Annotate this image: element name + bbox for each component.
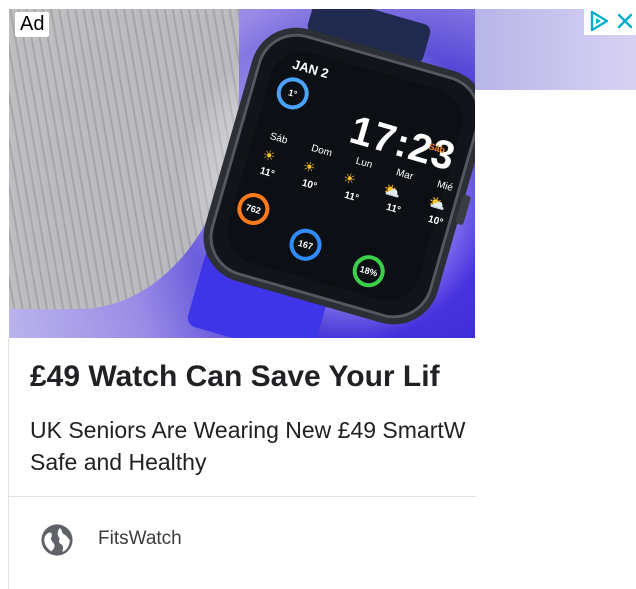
ad-image[interactable]: JAN 2 1° 17:23 Sáb Sáb Dom Lun Mar Mié ☀… xyxy=(9,9,475,338)
close-icon xyxy=(617,13,633,29)
forecast-day: Mié xyxy=(435,178,455,194)
adchoices-icon xyxy=(590,10,609,32)
forecast-temp: 11° xyxy=(342,189,360,205)
pai-ring: 167 xyxy=(285,224,326,265)
forecast-temp: 10° xyxy=(300,177,319,193)
sun-icon: ☀ xyxy=(341,168,358,188)
partly-cloudy-icon: ⛅ xyxy=(426,193,448,214)
blank-area xyxy=(475,90,636,589)
ad-description-line: UK Seniors Are Wearing New £49 SmartW xyxy=(30,417,466,443)
steps-ring: 762 xyxy=(233,189,274,229)
forecast-temp: 10° xyxy=(426,213,445,229)
forecast-day: Sáb xyxy=(268,131,289,147)
sun-icon: ☀ xyxy=(301,157,318,177)
ad-badge: Ad xyxy=(15,12,50,37)
ad-container[interactable]: JAN 2 1° 17:23 Sáb Sáb Dom Lun Mar Mié ☀… xyxy=(0,0,636,589)
adchoices-button[interactable] xyxy=(584,7,614,35)
close-ad-button[interactable] xyxy=(614,7,636,35)
globe-icon xyxy=(41,524,73,556)
ad-headline[interactable]: £49 Watch Can Save Your Lif xyxy=(30,360,476,394)
temp-ring: 1° xyxy=(272,73,313,114)
forecast-temp: 11° xyxy=(258,165,276,181)
ad-description-line: Safe and Healthy xyxy=(30,449,207,475)
forecast-temp: 11° xyxy=(384,201,402,217)
battery-ring: 18% xyxy=(348,251,389,292)
divider xyxy=(9,496,476,497)
partly-cloudy-icon: ⛅ xyxy=(381,180,403,201)
ad-description[interactable]: UK Seniors Are Wearing New £49 SmartW Sa… xyxy=(30,414,476,478)
watch-face: JAN 2 1° 17:23 Sáb Sáb Dom Lun Mar Mié ☀… xyxy=(219,43,471,309)
forecast-day: Dom xyxy=(309,142,334,160)
sun-icon: ☀ xyxy=(260,145,278,165)
advertiser-name[interactable]: FitsWatch xyxy=(98,528,182,550)
ad-card[interactable]: £49 Watch Can Save Your Lif UK Seniors A… xyxy=(8,338,476,589)
